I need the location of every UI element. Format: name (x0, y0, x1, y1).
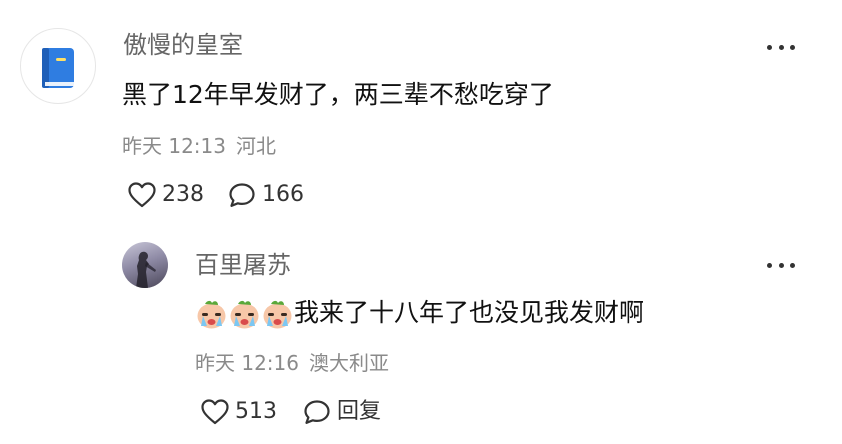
reply-item: 百里屠苏 我来了十八年了也没见我发财啊 昨天 12:16 澳大利亚 513 回复 (0, 222, 842, 444)
comment-meta: 昨天 12:13 河北 (122, 134, 276, 158)
reply-button[interactable]: 回复 (303, 399, 381, 425)
like-button[interactable]: 238 (128, 182, 204, 208)
reply-count: 166 (262, 182, 304, 207)
dot-icon (778, 262, 784, 268)
comment-actions: 238 166 (128, 182, 304, 208)
reply-meta: 昨天 12:16 澳大利亚 (195, 351, 389, 375)
more-options-button[interactable] (767, 42, 795, 52)
figure-silhouette-icon (136, 251, 156, 288)
crying-face-emoji (195, 298, 228, 330)
reply-text-line: 我来了十八年了也没见我发财啊 (195, 297, 644, 330)
timestamp: 昨天 12:13 (122, 134, 226, 158)
crying-face-emoji (261, 298, 294, 330)
dot-icon (790, 44, 795, 50)
comment-text: 黑了12年早发财了，两三辈不愁吃穿了 (122, 80, 554, 109)
reply-text: 我来了十八年了也没见我发财啊 (294, 298, 645, 327)
username[interactable]: 百里屠苏 (195, 251, 291, 279)
crying-face-emoji (228, 298, 261, 330)
dot-icon (778, 44, 784, 50)
avatar[interactable] (122, 242, 168, 288)
dot-icon (767, 262, 772, 268)
dot-icon (767, 44, 772, 50)
more-options-button[interactable] (767, 260, 795, 270)
comment-bubble-icon (304, 400, 330, 424)
reply-label: 回复 (337, 399, 382, 424)
comment-item: 傲慢的皇室 黑了12年早发财了，两三辈不愁吃穿了 昨天 12:13 河北 238 … (0, 0, 842, 222)
timestamp: 昨天 12:16 (195, 351, 299, 375)
avatar[interactable] (20, 28, 96, 104)
reply-count-button[interactable]: 166 (228, 182, 304, 208)
like-count: 238 (162, 182, 204, 207)
heart-icon (201, 399, 229, 425)
reply-actions: 513 回复 (201, 399, 381, 425)
location: 河北 (236, 134, 276, 158)
username[interactable]: 傲慢的皇室 (123, 31, 243, 59)
comment-bubble-icon (229, 183, 255, 207)
location: 澳大利亚 (309, 351, 389, 375)
like-button[interactable]: 513 (201, 399, 277, 425)
book-icon (42, 48, 74, 88)
dot-icon (790, 262, 795, 268)
heart-icon (128, 182, 156, 208)
like-count: 513 (235, 399, 277, 424)
